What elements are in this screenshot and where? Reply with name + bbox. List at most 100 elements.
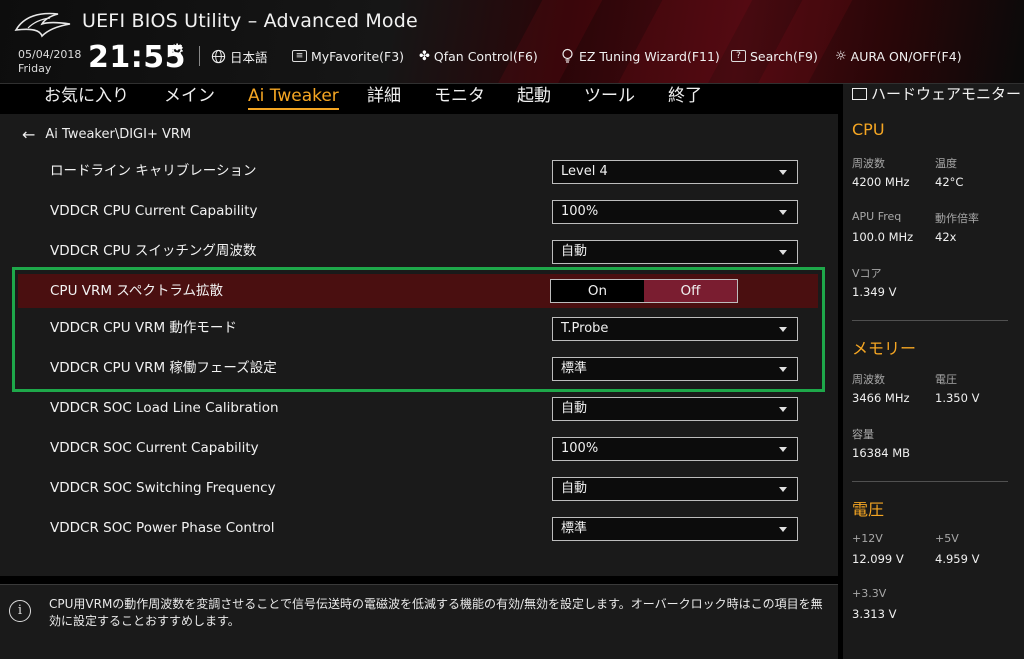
section-divider bbox=[852, 320, 1008, 321]
setting-row-cpu-current[interactable]: VDDCR CPU Current Capability 100% bbox=[18, 194, 818, 228]
chevron-down-icon bbox=[779, 170, 787, 175]
hardware-monitor-panel: ハードウェアモニター CPU 周波数 温度 4200 MHz 42°C APU … bbox=[843, 84, 1024, 659]
chevron-down-icon bbox=[779, 250, 787, 255]
header-bar: UEFI BIOS Utility – Advanced Mode 05/04/… bbox=[0, 0, 1024, 84]
aura-button[interactable]: ☼ AURA ON/OFF(F4) bbox=[835, 47, 962, 65]
chevron-down-icon bbox=[779, 210, 787, 215]
section-divider bbox=[852, 481, 1008, 482]
cpu-ratio-label: 動作倍率 bbox=[935, 212, 979, 225]
globe-icon bbox=[211, 49, 226, 63]
soc-switching-select[interactable]: 自動 bbox=[552, 477, 798, 501]
setting-label: VDDCR SOC Switching Frequency bbox=[50, 480, 276, 496]
setting-label: VDDCR SOC Current Capability bbox=[50, 440, 259, 456]
mem-freq-label: 周波数 bbox=[852, 373, 885, 386]
mem-freq-value: 3466 MHz bbox=[852, 391, 910, 405]
setting-label: VDDCR SOC Load Line Calibration bbox=[50, 400, 279, 416]
cpu-current-select[interactable]: 100% bbox=[552, 200, 798, 224]
cpu-temp-value: 42°C bbox=[935, 175, 964, 189]
select-value: 自動 bbox=[561, 481, 588, 496]
vcore-label: Vコア bbox=[852, 267, 882, 280]
soc-current-select[interactable]: 100% bbox=[552, 437, 798, 461]
mem-volt-label: 電圧 bbox=[935, 373, 957, 386]
tab-exit[interactable]: 終了 bbox=[668, 84, 702, 110]
setting-label: VDDCR CPU スイッチング周波数 bbox=[50, 243, 257, 259]
main-nav: お気に入り メイン Ai Tweaker 詳細 モニタ 起動 ツール 終了 bbox=[0, 84, 838, 112]
mem-cap-label: 容量 bbox=[852, 428, 874, 441]
app-title: UEFI BIOS Utility – Advanced Mode bbox=[82, 10, 418, 32]
back-arrow-icon[interactable]: ← bbox=[22, 125, 35, 144]
myfavorite-button[interactable]: ≡ MyFavorite(F3) bbox=[292, 47, 404, 65]
aura-light-icon: ☼ bbox=[835, 48, 847, 64]
header-decoration bbox=[757, 0, 853, 83]
tab-main[interactable]: メイン bbox=[164, 84, 215, 110]
setting-row-loadline[interactable]: ロードライン キャリブレーション Level 4 bbox=[18, 154, 818, 188]
search-button[interactable]: ? Search(F9) bbox=[731, 47, 818, 65]
soc-phase-select[interactable]: 標準 bbox=[552, 517, 798, 541]
date-text: 05/04/2018 bbox=[18, 48, 82, 61]
select-value: Level 4 bbox=[561, 164, 608, 179]
select-value: 自動 bbox=[561, 401, 588, 416]
gear-icon[interactable]: ⚙ bbox=[170, 40, 184, 59]
header-decoration bbox=[617, 0, 753, 83]
tab-advanced[interactable]: 詳細 bbox=[367, 84, 401, 110]
hw-monitor-title: ハードウェアモニター bbox=[852, 86, 1022, 103]
voltage-heading: 電圧 bbox=[852, 500, 885, 519]
v33-label: +3.3V bbox=[852, 587, 887, 600]
header-decoration bbox=[497, 0, 603, 83]
breadcrumb: ← Ai Tweaker\DIGI+ VRM bbox=[22, 125, 191, 144]
search-label: Search(F9) bbox=[750, 48, 818, 64]
settings-panel: ← Ai Tweaker\DIGI+ VRM ロードライン キャリブレーション … bbox=[0, 114, 838, 576]
setting-label: VDDCR CPU Current Capability bbox=[50, 203, 258, 219]
v5-label: +5V bbox=[935, 532, 959, 545]
qfan-label: Qfan Control(F6) bbox=[433, 48, 538, 64]
setting-label: VDDCR SOC Power Phase Control bbox=[50, 520, 275, 536]
v5-value: 4.959 V bbox=[935, 552, 980, 566]
tab-favorites[interactable]: お気に入り bbox=[44, 84, 129, 110]
select-value: 標準 bbox=[561, 521, 588, 536]
ez-tuning-button[interactable]: EZ Tuning Wizard(F11) bbox=[561, 47, 720, 65]
select-value: 100% bbox=[561, 204, 599, 219]
cpu-ratio-value: 42x bbox=[935, 230, 957, 244]
select-value: 100% bbox=[561, 441, 599, 456]
v33-value: 3.313 V bbox=[852, 607, 897, 621]
help-text: CPU用VRMの動作周波数を変調させることで信号伝送時の電磁波を低減する機能の有… bbox=[49, 597, 823, 628]
setting-row-cpu-switching[interactable]: VDDCR CPU スイッチング周波数 自動 bbox=[18, 234, 818, 268]
setting-row-soc-switching[interactable]: VDDCR SOC Switching Frequency 自動 bbox=[18, 471, 818, 505]
cpu-switching-select[interactable]: 自動 bbox=[552, 240, 798, 264]
mem-cap-value: 16384 MB bbox=[852, 446, 911, 460]
chevron-down-icon bbox=[779, 447, 787, 452]
search-help-icon: ? bbox=[731, 50, 746, 62]
apu-freq-label: APU Freq bbox=[852, 210, 902, 223]
setting-row-soc-current[interactable]: VDDCR SOC Current Capability 100% bbox=[18, 431, 818, 465]
tab-tool[interactable]: ツール bbox=[584, 84, 635, 110]
ez-tuning-label: EZ Tuning Wizard(F11) bbox=[579, 48, 720, 64]
vcore-value: 1.349 V bbox=[852, 285, 897, 299]
aura-label: AURA ON/OFF(F4) bbox=[850, 48, 962, 64]
date-display: 05/04/2018 Friday bbox=[18, 48, 81, 76]
tab-monitor[interactable]: モニタ bbox=[434, 84, 485, 110]
chevron-down-icon bbox=[779, 407, 787, 412]
annotation-highlight-box bbox=[12, 267, 825, 392]
lightbulb-icon bbox=[562, 48, 573, 63]
qfan-button[interactable]: ✤ Qfan Control(F6) bbox=[419, 47, 538, 65]
memory-heading: メモリー bbox=[852, 339, 917, 358]
tab-boot[interactable]: 起動 bbox=[517, 84, 551, 110]
language-label: 日本語 bbox=[230, 49, 268, 65]
monitor-icon bbox=[852, 88, 867, 100]
info-icon: i bbox=[9, 600, 31, 622]
cpu-temp-label: 温度 bbox=[935, 157, 957, 170]
select-value: 自動 bbox=[561, 244, 588, 259]
setting-row-soc-llc[interactable]: VDDCR SOC Load Line Calibration 自動 bbox=[18, 391, 818, 425]
v12-value: 12.099 V bbox=[852, 552, 904, 566]
cpu-freq-value: 4200 MHz bbox=[852, 175, 910, 189]
language-button[interactable]: 日本語 bbox=[211, 47, 268, 65]
help-info-bar: i CPU用VRMの動作周波数を変調させることで信号伝送時の電磁波を低減する機能… bbox=[0, 584, 838, 659]
soc-llc-select[interactable]: 自動 bbox=[552, 397, 798, 421]
toolbar-divider bbox=[199, 46, 200, 66]
myfavorite-label: MyFavorite(F3) bbox=[311, 48, 405, 64]
tab-ai-tweaker[interactable]: Ai Tweaker bbox=[248, 84, 339, 110]
hw-title-text: ハードウェアモニター bbox=[871, 85, 1022, 103]
cpu-heading: CPU bbox=[852, 120, 885, 139]
loadline-select[interactable]: Level 4 bbox=[552, 160, 798, 184]
setting-row-soc-phase[interactable]: VDDCR SOC Power Phase Control 標準 bbox=[18, 511, 818, 545]
